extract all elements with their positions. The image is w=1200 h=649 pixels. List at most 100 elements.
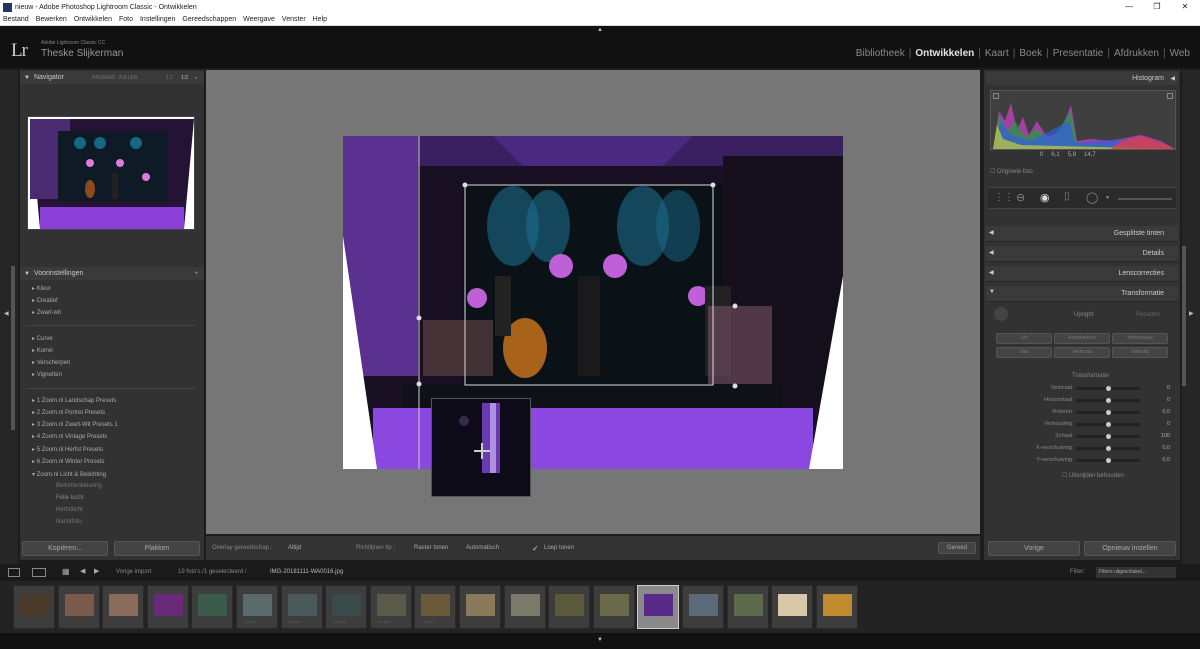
filmstrip-thumbnail[interactable] bbox=[637, 585, 680, 629]
upright-reset[interactable]: Resetten bbox=[1136, 312, 1160, 318]
grid-icon[interactable]: ⋮⋮ bbox=[994, 192, 1014, 203]
filmstrip-thumbnail[interactable]: ••••• bbox=[369, 585, 412, 629]
filmstrip-thumbnail[interactable] bbox=[102, 585, 145, 629]
thumbnail-stars[interactable]: ••••• bbox=[245, 619, 257, 624]
module-kaart[interactable]: Kaart bbox=[981, 48, 1013, 59]
menu-foto[interactable]: Foto bbox=[119, 16, 133, 23]
filmstrip-thumbnail[interactable] bbox=[548, 585, 591, 629]
histogram-header[interactable]: Histogram ◀ bbox=[986, 72, 1178, 85]
shadow-clipping-toggle[interactable] bbox=[993, 93, 999, 99]
filmstrip-thumbnail[interactable] bbox=[459, 585, 501, 629]
menu-weergave[interactable]: Weergave bbox=[243, 16, 275, 23]
upright-horizontal-button[interactable]: Horizontaal bbox=[1112, 333, 1168, 344]
zoom-vullen[interactable]: VULLEN bbox=[118, 75, 137, 81]
preset-group-creatief[interactable]: ▸ Creatief bbox=[32, 297, 58, 304]
preset-item[interactable]: Nachtfoto bbox=[56, 519, 82, 525]
filmstrip-thumbnail[interactable] bbox=[503, 585, 546, 629]
auto-select[interactable]: Automatisch bbox=[466, 545, 499, 551]
slider-knob[interactable] bbox=[1105, 446, 1111, 451]
slider-knob[interactable] bbox=[1105, 398, 1111, 403]
slider-track[interactable] bbox=[1076, 398, 1140, 403]
preset-item[interactable]: Herfstlicht bbox=[56, 507, 83, 513]
menu-ontwikkelen[interactable]: Ontwikkelen bbox=[74, 16, 112, 23]
filmstrip-thumbnail[interactable]: ••••• bbox=[236, 585, 278, 629]
slider-value[interactable]: 0,0 bbox=[1150, 409, 1170, 415]
zoom-1-1[interactable]: 1:1 bbox=[166, 75, 173, 81]
filmstrip-thumbnail[interactable] bbox=[592, 585, 635, 629]
preset-group-vignetten[interactable]: ▸ Vignetten bbox=[32, 371, 62, 378]
filmstrip-thumbnail[interactable]: ••••• bbox=[280, 585, 323, 629]
section-details[interactable]: ◀ Details bbox=[986, 246, 1178, 262]
zoom-passend[interactable]: PASSEND bbox=[92, 75, 116, 81]
module-presentatie[interactable]: Presentatie bbox=[1049, 48, 1108, 59]
slider-value[interactable]: 0 bbox=[1150, 385, 1170, 391]
upright-off-button[interactable]: Uit bbox=[996, 333, 1052, 344]
slider-knob[interactable] bbox=[1105, 422, 1111, 427]
slider-track[interactable] bbox=[1076, 446, 1140, 451]
bottom-panel-toggle-strip[interactable]: ▼ bbox=[0, 633, 1200, 649]
filmstrip-thumbnail[interactable]: ••••• bbox=[414, 585, 457, 629]
section-gesplitste-tinten[interactable]: ◀ Gesplitste tinten bbox=[986, 226, 1178, 242]
main-photo[interactable] bbox=[343, 136, 843, 469]
primary-window-icon[interactable] bbox=[8, 568, 20, 577]
filmstrip-thumbnail[interactable] bbox=[146, 585, 189, 629]
filmstrip-thumbnail[interactable] bbox=[57, 585, 100, 629]
navigator-preview[interactable] bbox=[27, 116, 195, 230]
zoom-dropdown-icon[interactable]: ▸ bbox=[195, 75, 198, 81]
collapse-bottom-icon[interactable]: ▼ bbox=[597, 637, 603, 643]
copy-button[interactable]: Kopiëren... bbox=[22, 541, 108, 556]
minimize-button[interactable]: — bbox=[1116, 0, 1142, 14]
menu-bewerken[interactable]: Bewerken bbox=[36, 16, 67, 23]
thumbnail-stars[interactable]: ••••• bbox=[290, 619, 302, 624]
slider-knob[interactable] bbox=[1105, 386, 1111, 391]
module-web[interactable]: Web bbox=[1166, 48, 1194, 59]
preset-group-zoom-1[interactable]: ▸ 1 Zoom.nl Landschap Presets bbox=[32, 397, 116, 404]
preset-group-zoom-3[interactable]: ▸ 3 Zoom.nl Zwart-Wit Presets 1 bbox=[32, 421, 118, 428]
menu-gereedschappen[interactable]: Gereedschappen bbox=[182, 16, 236, 23]
module-ontwikkelen[interactable]: Ontwikkelen bbox=[911, 48, 978, 59]
grid-view-icon[interactable]: ▦ bbox=[62, 567, 70, 576]
navigator-header[interactable]: ▼ Navigator PASSEND VULLEN 1:1 1:2 ▸ bbox=[20, 71, 204, 84]
guides-select[interactable]: Raster tonen bbox=[414, 545, 448, 551]
upright-vertical-button[interactable]: Verticaal bbox=[1054, 347, 1110, 358]
preset-group-kleur[interactable]: ▸ Kleur bbox=[32, 285, 51, 292]
filmstrip-thumbnail[interactable] bbox=[771, 585, 814, 629]
preset-group-zoom-4[interactable]: ▸ 4 Zoom.nl Vintage Presets bbox=[32, 433, 107, 440]
tool-slider[interactable] bbox=[1118, 198, 1172, 200]
filmstrip-thumbnail[interactable] bbox=[191, 585, 234, 629]
filter-select[interactable]: Filters uitgeschakel... bbox=[1096, 567, 1176, 578]
slider-track[interactable] bbox=[1076, 410, 1140, 415]
collapse-top-icon[interactable]: ▲ bbox=[597, 27, 603, 33]
left-scrollbar[interactable] bbox=[11, 266, 15, 430]
slider-value[interactable]: 0 bbox=[1150, 397, 1170, 403]
histogram-graph[interactable] bbox=[990, 90, 1176, 150]
overlay-select[interactable]: Altijd bbox=[288, 545, 301, 551]
slider-track[interactable] bbox=[1076, 422, 1140, 427]
source-label[interactable]: Vorige import bbox=[116, 569, 151, 575]
maximize-button[interactable]: ❒ bbox=[1144, 0, 1170, 14]
module-boek[interactable]: Boek bbox=[1015, 48, 1046, 59]
right-scrollbar[interactable] bbox=[1182, 246, 1186, 386]
preset-item[interactable]: Felle lucht bbox=[56, 495, 83, 501]
preset-group-zoom-2[interactable]: ▸ 2 Zoom.nl Portret Presets bbox=[32, 409, 105, 416]
slider-track[interactable] bbox=[1076, 458, 1140, 463]
slider-track[interactable] bbox=[1076, 386, 1140, 391]
filmstrip-thumbnail[interactable] bbox=[13, 585, 55, 629]
preset-group-korrel[interactable]: ▸ Korrel bbox=[32, 347, 53, 354]
preset-group-verscherpen[interactable]: ▸ Verscherpen bbox=[32, 359, 70, 366]
section-lenscorrecties[interactable]: ◀ Lenscorrecties bbox=[986, 266, 1178, 282]
loupe-magnifier[interactable] bbox=[431, 398, 531, 497]
forward-arrow-icon[interactable]: ▶ bbox=[94, 567, 99, 575]
checkmark-icon[interactable]: ✓ bbox=[532, 544, 539, 553]
slider-value[interactable]: 0 bbox=[1150, 421, 1170, 427]
target-adjust-icon[interactable] bbox=[994, 307, 1008, 321]
graduated-filter-icon[interactable]: ◯ bbox=[1086, 191, 1098, 204]
spot-removal-icon[interactable]: ◉ bbox=[1040, 191, 1050, 204]
reset-button[interactable]: Opnieuw instellen bbox=[1084, 541, 1176, 556]
preset-group-zoom-6[interactable]: ▸ 6 Zoom.nl Winter Presets bbox=[32, 458, 104, 465]
preset-group-zoom-5[interactable]: ▸ 5 Zoom.nl Herfst Presets bbox=[32, 446, 103, 453]
constrain-crop-checkbox[interactable]: ☐ Uitsnijden behouden bbox=[1062, 472, 1124, 479]
brush-icon[interactable]: ▪ bbox=[1106, 192, 1109, 202]
preset-group-zwartwit[interactable]: ▸ Zwart-wit bbox=[32, 309, 61, 316]
upright-full-button[interactable]: Volledig bbox=[1112, 347, 1168, 358]
